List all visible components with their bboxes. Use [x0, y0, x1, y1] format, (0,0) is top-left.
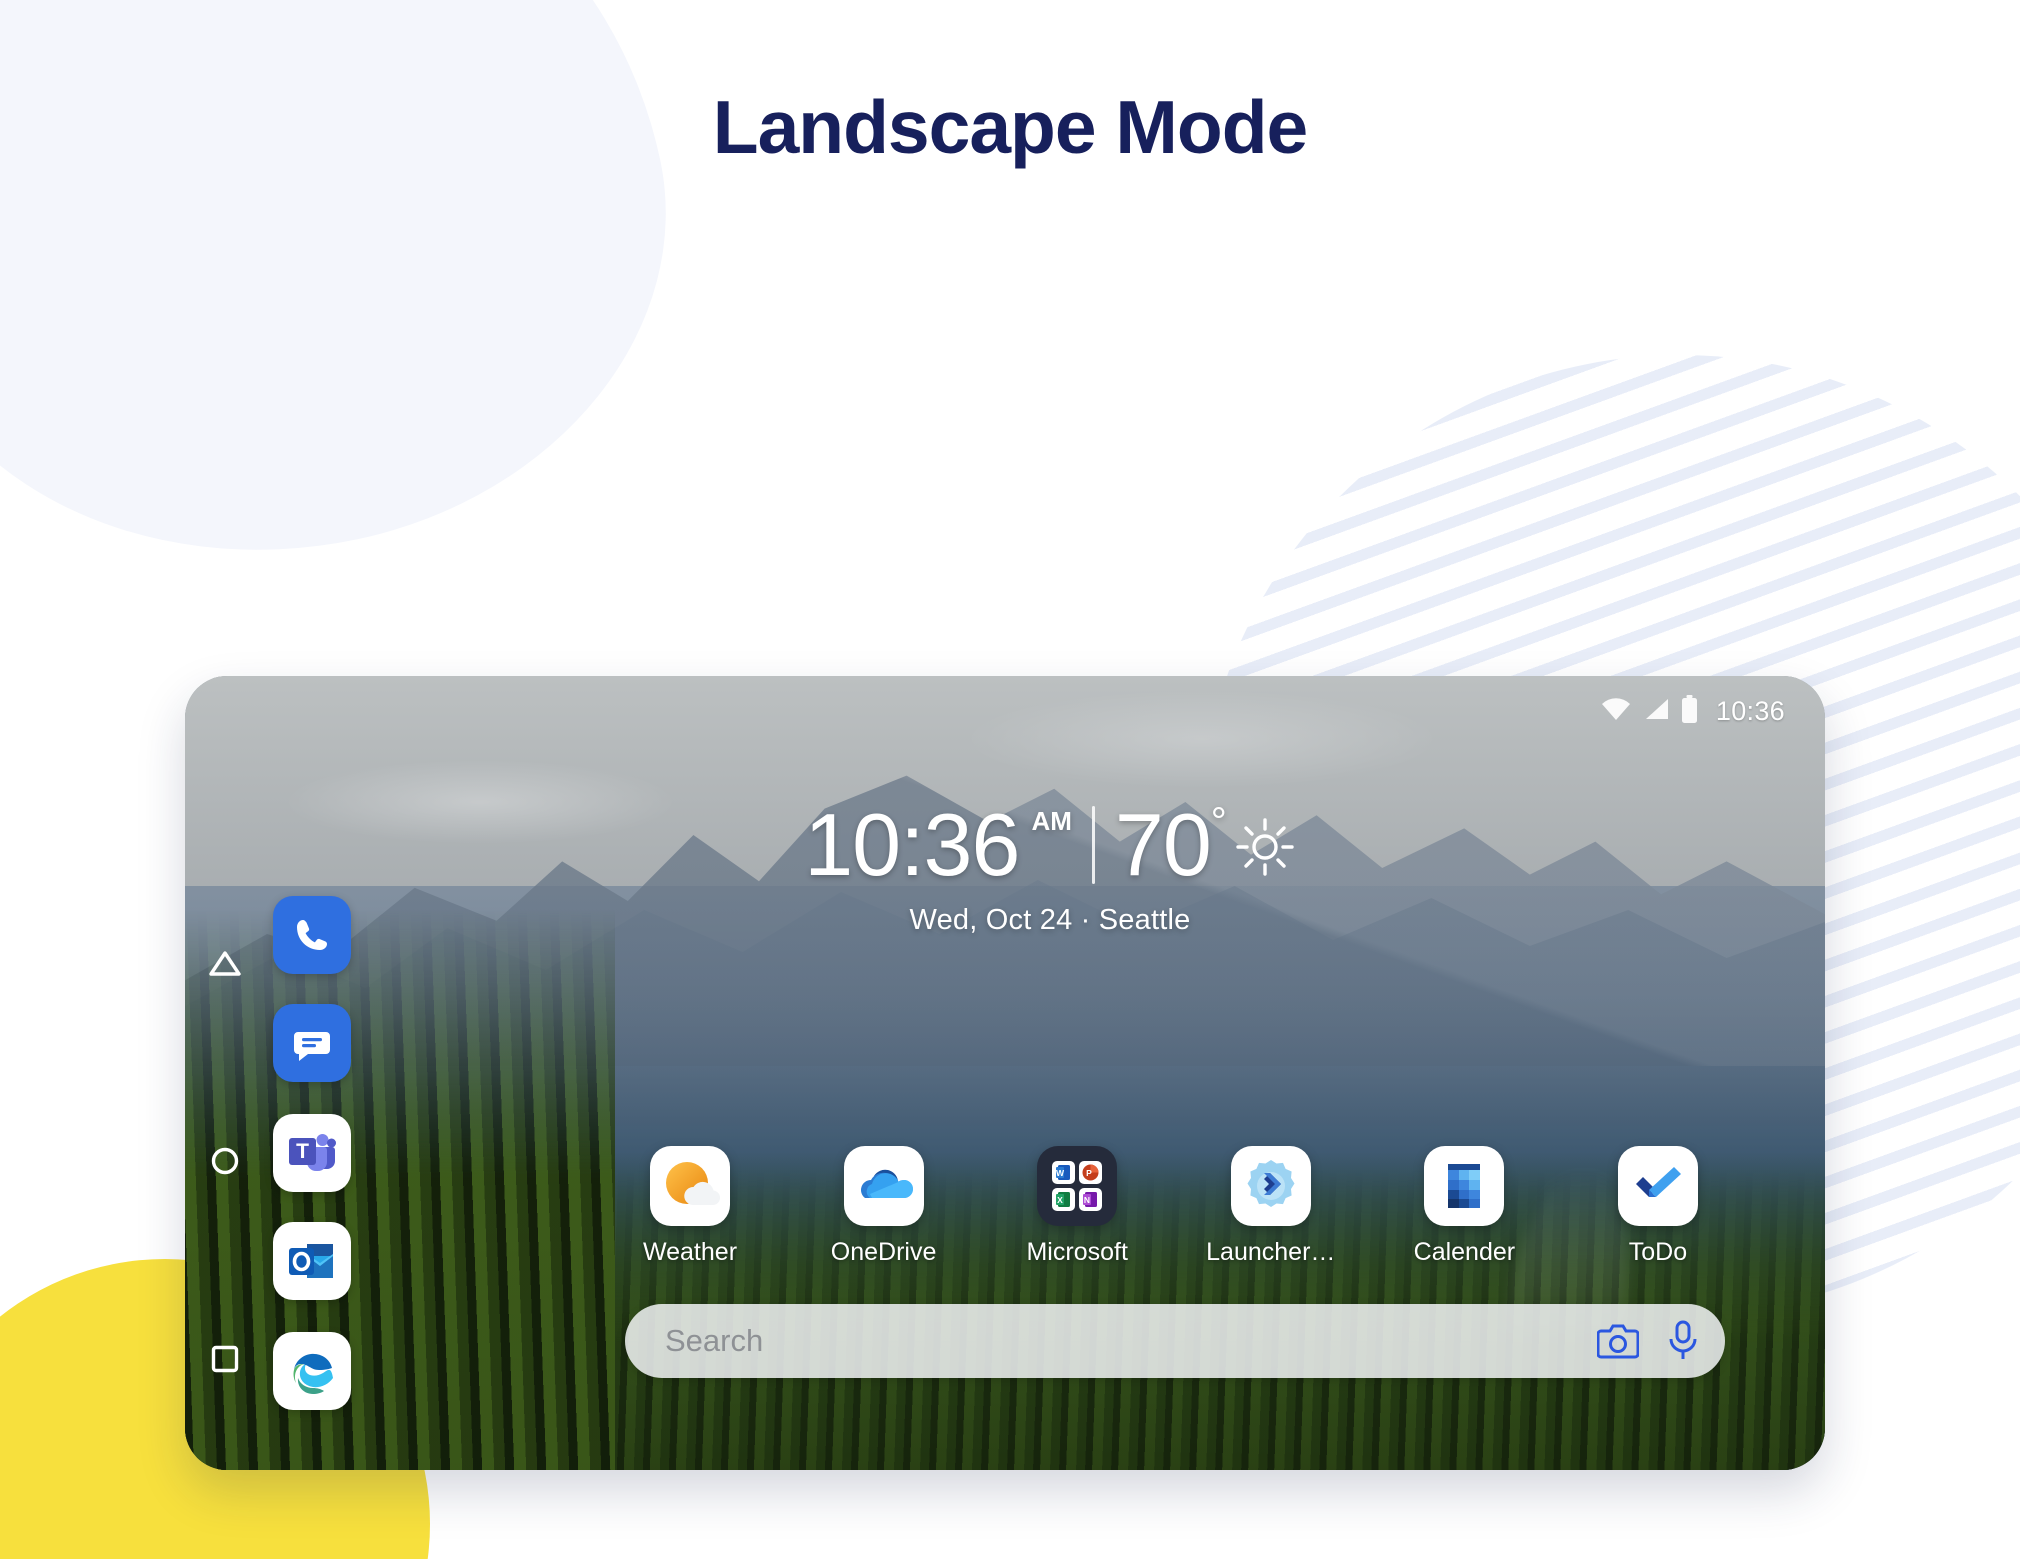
- page-title: Landscape Mode: [712, 85, 1308, 169]
- clock-date-location: Wed, Oct 24 · Seattle: [909, 904, 1191, 937]
- battery-icon: [1681, 694, 1698, 728]
- clock-ampm: AM: [1031, 806, 1072, 836]
- cell-signal-icon: [1642, 697, 1670, 726]
- svg-text:T: T: [296, 1140, 309, 1163]
- app-label: Weather: [642, 1238, 738, 1266]
- messages-icon: [294, 1032, 330, 1061]
- calendar-icon[interactable]: [1424, 1146, 1505, 1226]
- camera-icon[interactable]: [1597, 1322, 1639, 1360]
- weather-icon[interactable]: [650, 1146, 730, 1226]
- degree-symbol: °: [1210, 800, 1227, 844]
- status-bar: 10:36: [185, 676, 1825, 746]
- search-bar[interactable]: Search: [625, 1304, 1725, 1378]
- phone-device-screen: 10:36 T 10:36 AM 70° Wed, Oct 24 · Seatt…: [185, 676, 1825, 1470]
- weather-temperature: 70°: [1115, 800, 1227, 889]
- home-button[interactable]: [208, 1144, 242, 1178]
- app-label: OneDrive: [830, 1238, 937, 1266]
- app-microsoft-folder[interactable]: W P X N Microsoft: [1002, 1146, 1152, 1267]
- back-button[interactable]: [208, 946, 242, 980]
- clock-time: 10:36: [804, 795, 1020, 894]
- dock-item-messages[interactable]: [273, 1004, 351, 1082]
- app-label: Calender: [1413, 1238, 1516, 1266]
- app-label: ToDo: [1628, 1238, 1688, 1266]
- svg-text:P: P: [1086, 1168, 1092, 1178]
- dock-item-phone[interactable]: [273, 896, 351, 974]
- clock-weather-widget[interactable]: 10:36 AM 70° Wed, Oct 24 · Seattle: [605, 795, 1495, 937]
- home-screen-app-row: Weather OneDrive W P X N Microsoft Launc…: [615, 1146, 1733, 1267]
- dock-item-edge[interactable]: [273, 1332, 351, 1410]
- app-todo[interactable]: ToDo: [1583, 1146, 1733, 1267]
- microphone-icon[interactable]: [1667, 1320, 1699, 1362]
- onedrive-icon[interactable]: [843, 1146, 924, 1226]
- navigation-bar: [185, 676, 265, 1470]
- teams-icon: T: [289, 1134, 336, 1171]
- svg-text:X: X: [1057, 1195, 1063, 1205]
- launcher-settings-icon[interactable]: [1230, 1146, 1311, 1226]
- todo-icon[interactable]: [1617, 1146, 1698, 1226]
- clock-row: 10:36 AM 70°: [605, 795, 1495, 894]
- search-input[interactable]: Search: [665, 1323, 1569, 1359]
- dock-item-teams[interactable]: T: [273, 1114, 351, 1192]
- app-launcher-settings[interactable]: Launcher…: [1196, 1146, 1346, 1267]
- clock-divider: [1091, 806, 1095, 884]
- recents-button[interactable]: [208, 1342, 242, 1376]
- microsoft-folder-icon[interactable]: W P X N: [1037, 1146, 1118, 1226]
- app-label: Launcher…: [1206, 1238, 1336, 1266]
- edge-icon: [293, 1353, 333, 1394]
- app-label: Microsoft: [1026, 1238, 1128, 1266]
- temperature-value: 70: [1114, 795, 1212, 894]
- wifi-icon: [1601, 697, 1631, 726]
- page-root: Landscape Mode 10:36 T 10:36 AM 70° Wed,…: [0, 0, 2020, 1559]
- status-bar-clock: 10:36: [1715, 695, 1785, 726]
- app-onedrive[interactable]: OneDrive: [809, 1146, 959, 1267]
- dock-item-outlook[interactable]: [273, 1222, 351, 1300]
- svg-text:N: N: [1084, 1195, 1090, 1205]
- sun-icon: [1234, 816, 1296, 883]
- app-dock: T: [273, 676, 403, 1470]
- svg-text:W: W: [1056, 1168, 1065, 1178]
- app-weather[interactable]: Weather: [615, 1146, 765, 1267]
- phone-icon: [297, 920, 327, 950]
- app-calendar[interactable]: Calender: [1389, 1146, 1539, 1267]
- outlook-icon: [289, 1244, 333, 1278]
